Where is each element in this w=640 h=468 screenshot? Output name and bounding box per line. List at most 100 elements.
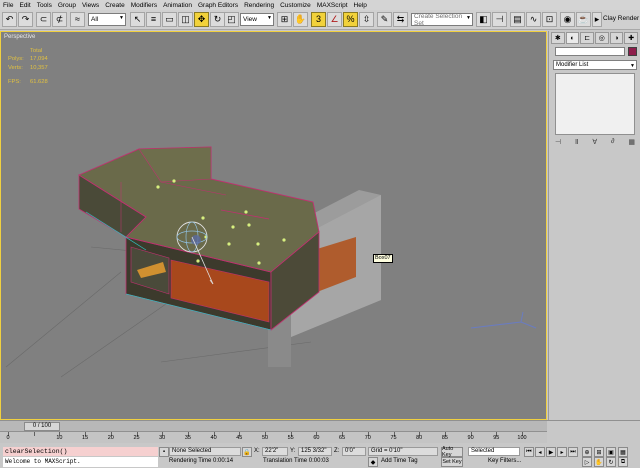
reference-coordinate-dropdown[interactable]: View ▼ bbox=[240, 13, 274, 26]
align-icon[interactable]: ⊣ bbox=[492, 12, 507, 27]
modify-tab-icon[interactable]: ◐ bbox=[565, 32, 580, 44]
remove-modifier-icon[interactable]: ∂ bbox=[611, 138, 614, 150]
layer-manager-icon[interactable]: ▤ bbox=[510, 12, 525, 27]
show-end-result-icon[interactable]: Ⅱ bbox=[575, 138, 578, 150]
select-object-icon[interactable]: ↖ bbox=[130, 12, 145, 27]
render-scene-icon[interactable]: ☕ bbox=[576, 12, 591, 27]
create-tab-icon[interactable]: ✱ bbox=[551, 32, 565, 44]
configure-sets-icon[interactable]: ▦ bbox=[628, 138, 635, 150]
schematic-view-icon[interactable]: ⊡ bbox=[542, 12, 557, 27]
pan-icon[interactable]: ✋ bbox=[594, 457, 604, 467]
lock-selection-icon[interactable]: ▪ bbox=[159, 447, 169, 457]
named-selection-edit-icon[interactable]: ✎ bbox=[377, 12, 392, 27]
play-icon[interactable]: ▶ bbox=[546, 447, 556, 457]
select-and-scale-icon[interactable]: ◰ bbox=[224, 12, 239, 27]
mirror-tool-icon[interactable]: ◧ bbox=[476, 12, 491, 27]
select-by-name-icon[interactable]: ≡ bbox=[146, 12, 161, 27]
maxscript-listener-input[interactable]: clearSelection() bbox=[3, 447, 158, 456]
menu-item-rendering[interactable]: Rendering bbox=[244, 2, 274, 9]
zoom-extents-icon[interactable]: ▣ bbox=[606, 447, 616, 457]
x-coordinate-field[interactable]: 22'2" bbox=[262, 447, 288, 456]
snap-toggle-icon[interactable]: 3 bbox=[311, 12, 326, 27]
object-name-field[interactable] bbox=[555, 47, 625, 56]
motion-tab-icon[interactable]: ◎ bbox=[595, 32, 609, 44]
time-slider-handle[interactable]: 0 / 100 bbox=[24, 422, 60, 431]
object-color-swatch[interactable] bbox=[628, 47, 637, 56]
viewport-label[interactable]: Perspective bbox=[4, 34, 35, 40]
named-selection-set-dropdown[interactable]: Create Selection Set ▼ bbox=[411, 13, 473, 27]
pivot-center-icon[interactable]: ⊞ bbox=[277, 12, 292, 27]
window-crossing-icon[interactable]: ◫ bbox=[178, 12, 193, 27]
spinner-snap-icon[interactable]: ⇳ bbox=[359, 12, 374, 27]
undo-icon[interactable]: ↶ bbox=[2, 12, 17, 27]
make-unique-icon[interactable]: ∀ bbox=[592, 138, 597, 150]
select-link-icon[interactable]: ⊂ bbox=[36, 12, 51, 27]
time-tag-icon[interactable]: ◆ bbox=[368, 457, 378, 467]
select-and-manipulate-icon[interactable]: ✋ bbox=[293, 12, 308, 27]
menu-item-help[interactable]: Help bbox=[354, 2, 367, 9]
selection-status: None Selected bbox=[169, 447, 241, 456]
menu-item-tools[interactable]: Tools bbox=[37, 2, 52, 9]
go-to-start-icon[interactable]: ⏮ bbox=[524, 447, 534, 457]
next-frame-icon[interactable]: ▸ bbox=[557, 447, 567, 457]
pin-stack-icon[interactable]: ⊣ bbox=[555, 138, 561, 150]
key-filters-button[interactable]: Key Filters... bbox=[488, 458, 521, 464]
unlink-icon[interactable]: ⊄ bbox=[52, 12, 67, 27]
go-to-end-icon[interactable]: ⏭ bbox=[568, 447, 578, 457]
zoom-icon[interactable]: ⊕ bbox=[582, 447, 592, 457]
selection-region-icon[interactable]: ▭ bbox=[162, 12, 177, 27]
menu-item-graph-editors[interactable]: Graph Editors bbox=[198, 2, 238, 9]
zoom-all-icon[interactable]: ⊞ bbox=[594, 447, 604, 457]
menu-item-edit[interactable]: Edit bbox=[19, 2, 30, 9]
quick-render-icon[interactable]: ▸ bbox=[592, 12, 602, 27]
set-key-button[interactable]: Set Key bbox=[441, 457, 463, 467]
track-bar[interactable]: 0 10 15 20 25 30 35 40 45 50 55 60 65 70 75 80 85 90 95 100 bbox=[0, 432, 547, 443]
selection-filter-value: All bbox=[91, 16, 99, 23]
clay-render-label[interactable]: Clay Render bbox=[603, 15, 639, 22]
time-slider[interactable]: 0 / 100 bbox=[0, 421, 547, 432]
hierarchy-tab-icon[interactable]: ⊏ bbox=[580, 32, 595, 44]
maximize-viewport-icon[interactable]: ⧉ bbox=[618, 457, 628, 467]
zoom-extents-all-icon[interactable]: ▦ bbox=[618, 447, 628, 457]
previous-frame-icon[interactable]: ◂ bbox=[535, 447, 545, 457]
command-panel-tabs: ✱ ◐ ⊏ ◎ ◑ ✚ bbox=[551, 32, 639, 45]
y-coordinate-field[interactable]: 125 3/32" bbox=[298, 447, 332, 456]
field-of-view-icon[interactable]: ▷ bbox=[582, 457, 592, 467]
track-tick-label: 50 bbox=[261, 435, 269, 441]
menu-item-maxscript[interactable]: MAXScript bbox=[317, 2, 348, 9]
modifier-stack[interactable] bbox=[555, 73, 635, 135]
track-tick-label: 10 bbox=[56, 435, 63, 441]
material-editor-icon[interactable]: ◉ bbox=[560, 12, 575, 27]
menu-item-file[interactable]: File bbox=[3, 2, 13, 9]
percent-snap-icon[interactable]: % bbox=[343, 12, 358, 27]
menu-item-animation[interactable]: Animation bbox=[163, 2, 192, 9]
menu-item-modifiers[interactable]: Modifiers bbox=[131, 2, 157, 9]
utilities-tab-icon[interactable]: ✚ bbox=[624, 32, 639, 44]
track-tick-label: 25 bbox=[133, 435, 140, 441]
modifier-list-dropdown[interactable]: Modifier List ▼ bbox=[553, 60, 637, 70]
menu-item-create[interactable]: Create bbox=[105, 2, 125, 9]
maxscript-listener-output[interactable]: Welcome to MAXScript. bbox=[3, 457, 158, 467]
menu-item-group[interactable]: Group bbox=[58, 2, 76, 9]
add-time-tag[interactable]: Add Time Tag bbox=[381, 458, 418, 464]
key-mode-dropdown[interactable]: Selected bbox=[468, 447, 520, 456]
orbit-icon[interactable]: ↻ bbox=[606, 457, 616, 467]
track-tick-label: 40 bbox=[210, 435, 217, 441]
auto-key-button[interactable]: Auto Key bbox=[441, 446, 463, 458]
select-and-rotate-icon[interactable]: ↻ bbox=[210, 12, 225, 27]
construction-line bbox=[5, 271, 122, 368]
z-coordinate-field[interactable]: 0'0" bbox=[342, 447, 366, 456]
menu-item-views[interactable]: Views bbox=[82, 2, 99, 9]
curve-editor-icon[interactable]: ∿ bbox=[526, 12, 541, 27]
perspective-viewport[interactable]: Perspective Total Polys: 17,094 Verts: 10,… bbox=[0, 31, 547, 420]
track-tick-label: 30 bbox=[159, 435, 166, 441]
bind-space-warp-icon[interactable]: ≈ bbox=[70, 12, 85, 27]
display-tab-icon[interactable]: ◑ bbox=[609, 32, 624, 44]
angle-snap-icon[interactable]: ∠ bbox=[327, 12, 342, 27]
lock-icon[interactable]: 🔒 bbox=[242, 447, 252, 457]
redo-icon[interactable]: ↷ bbox=[18, 12, 33, 27]
select-and-move-icon[interactable]: ✥ bbox=[194, 12, 209, 27]
selection-filter-dropdown[interactable]: All ▼ bbox=[88, 13, 126, 26]
mirror-icon[interactable]: ⇆ bbox=[393, 12, 408, 27]
menu-item-customize[interactable]: Customize bbox=[280, 2, 311, 9]
